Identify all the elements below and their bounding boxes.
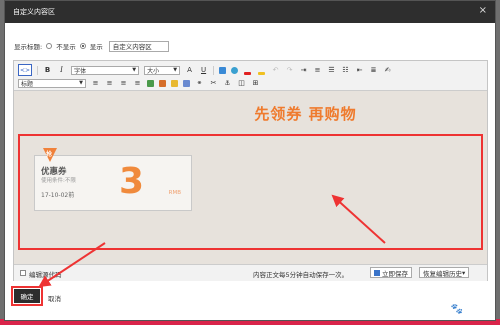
cancel-button[interactable]: 取消 [48, 293, 61, 303]
file-icon[interactable] [171, 79, 178, 87]
paw-icon: 🐾 [450, 304, 463, 315]
anchor-icon[interactable]: ⚓ [223, 78, 232, 88]
display-title-row: 显示标题: 不显示 显示 自定义内容区 [14, 40, 169, 52]
media-icon[interactable] [159, 79, 166, 87]
coupon-tag-text: 抢 [46, 151, 53, 158]
close-icon[interactable]: × [479, 5, 487, 16]
redo-icon[interactable]: ↷ [285, 65, 294, 75]
format-select[interactable]: 标题 ▼ [18, 78, 86, 88]
italic-button[interactable]: I [57, 65, 66, 75]
size-select[interactable]: 大小 ▼ [144, 65, 181, 75]
radio-show-label[interactable]: 显示 [90, 41, 103, 51]
outdent-icon[interactable]: ≡ [313, 65, 322, 75]
chevron-down-icon: ▼ [79, 80, 83, 86]
highlight-icon[interactable] [257, 65, 266, 75]
edit-source-checkbox[interactable] [20, 270, 26, 276]
source-icon[interactable]: <> [18, 64, 33, 76]
link-icon[interactable]: ⚭ [195, 78, 204, 88]
undo-icon[interactable]: ↶ [271, 65, 280, 75]
display-title-label: 显示标题: [14, 43, 43, 51]
text-color-swatch [244, 71, 252, 75]
editor-statusbar: 编辑源代码 内容正文每5分钟自动保存一次。 立即保存 恢复编辑历史 ▾ [14, 264, 487, 281]
toolbar-row-1: <> B I 字体 ▼ 大小 ▼ A U ↶ ↷ ⇥ ≡ ☰ ☷ ⇤ ≣ ✍ [18, 64, 392, 76]
font-select-value: 字体 [74, 67, 87, 75]
content-heading: 先领券 再购物 [254, 105, 357, 123]
format-select-value: 标题 [21, 80, 34, 88]
baidu-watermark: Bai 🐾 经验 [424, 300, 492, 319]
watermark-brand: Bai [424, 302, 448, 317]
clear-style-icon[interactable]: ✍ [383, 65, 392, 75]
size-select-value: 大小 [147, 67, 160, 75]
align-center-icon[interactable]: ≡ [105, 78, 114, 88]
save-now-button[interactable]: 立即保存 [370, 267, 412, 278]
toolbar-divider [213, 65, 215, 75]
font-select[interactable]: 字体 ▼ [71, 65, 140, 75]
chevron-down-icon: ▼ [173, 67, 178, 73]
restore-history-button[interactable]: 恢复编辑历史 ▾ [419, 267, 470, 278]
unlink-icon[interactable]: ✂ [209, 78, 218, 88]
code-icon[interactable]: ◫ [237, 78, 246, 88]
map-icon[interactable] [183, 79, 190, 87]
watermark-brand-2: 经验 [465, 304, 492, 319]
ok-button-highlight [11, 286, 43, 306]
coupon-date: 17-10-02前 [41, 192, 75, 199]
radio-show[interactable] [79, 43, 86, 49]
radio-hide[interactable] [46, 43, 53, 49]
clear-format-icon[interactable]: ≣ [369, 65, 378, 75]
highlight-swatch [258, 71, 266, 75]
rich-text-editor: <> B I 字体 ▼ 大小 ▼ A U ↶ ↷ ⇥ ≡ ☰ ☷ ⇤ ≣ ✍ 标题 ▼… [13, 60, 488, 281]
radio-hide-label[interactable]: 不显示 [56, 41, 76, 51]
toolbar-row-2: 标题 ▼ ≡ ≡ ≡ ≡ ⚭ ✂ ⚓ ◫ ⊞ [18, 77, 260, 89]
restore-history-label: 恢复编辑历史 [423, 269, 462, 278]
chevron-down-icon: ▼ [132, 67, 137, 73]
indent-icon[interactable]: ⇥ [299, 65, 308, 75]
autosave-text: 内容正文每5分钟自动保存一次。 [253, 271, 349, 279]
align-right-icon[interactable]: ≡ [119, 78, 128, 88]
align-left-icon[interactable]: ≡ [91, 78, 100, 88]
text-color-icon[interactable] [243, 65, 252, 75]
font-color-icon[interactable]: A [185, 65, 194, 75]
chevron-down-icon: ▾ [462, 268, 466, 277]
bold-button[interactable]: B [43, 65, 52, 75]
selection-highlight-box: 抢 优惠券 使用条件:不限 17-10-02前 3 RMB [18, 134, 483, 250]
emoticon-icon[interactable] [231, 66, 239, 74]
ordered-list-icon[interactable]: ☷ [341, 65, 350, 75]
table-icon[interactable] [147, 79, 154, 87]
title-input[interactable]: 自定义内容区 [108, 40, 169, 52]
save-icon [374, 269, 380, 276]
edit-source-label[interactable]: 编辑源代码 [29, 269, 62, 279]
toolbar-divider [37, 65, 39, 75]
save-now-label: 立即保存 [382, 269, 408, 278]
dialog-title: 自定义内容区 [13, 8, 55, 16]
editor-toolbar: <> B I 字体 ▼ 大小 ▼ A U ↶ ↷ ⇥ ≡ ☰ ☷ ⇤ ≣ ✍ 标题 ▼… [14, 61, 487, 91]
coupon-currency: RMB [168, 190, 181, 196]
underline-button[interactable]: U [199, 65, 208, 75]
fullscreen-icon[interactable]: ⊞ [251, 78, 260, 88]
editor-content-area[interactable]: 先领券 再购物 抢 优惠券 使用条件:不限 17-10-02前 3 RMB [14, 91, 487, 264]
coupon-amount: 3 [119, 161, 145, 202]
coupon-card[interactable]: 抢 优惠券 使用条件:不限 17-10-02前 3 RMB [34, 148, 192, 211]
image-icon[interactable] [219, 66, 227, 74]
justify-icon[interactable]: ≡ [133, 78, 142, 88]
coupon-condition: 使用条件:不限 [41, 178, 76, 184]
align-left-icon[interactable]: ⇤ [355, 65, 364, 75]
dialog-titlebar: 自定义内容区 × [5, 1, 495, 23]
unordered-list-icon[interactable]: ☰ [327, 65, 336, 75]
